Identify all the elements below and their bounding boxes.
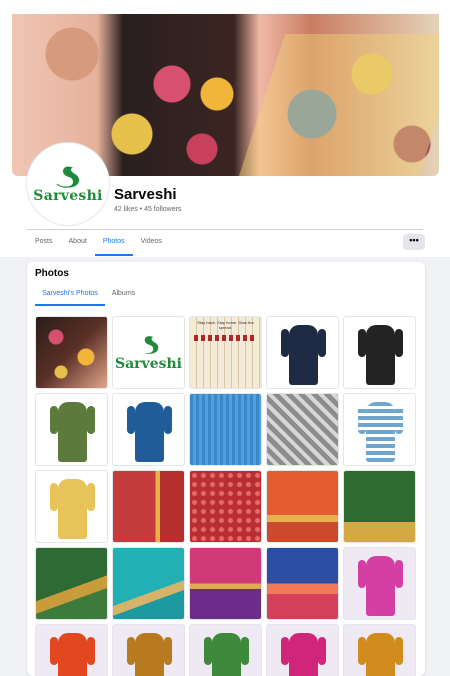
photo-thumbnail[interactable] xyxy=(35,316,108,389)
photo-thumbnail[interactable] xyxy=(266,470,339,543)
tab-videos[interactable]: Videos xyxy=(133,230,170,256)
tab-photos[interactable]: Photos xyxy=(94,230,133,256)
photos-subtabs: Sarveshi's Photos Albums xyxy=(35,284,142,306)
photo-thumbnail[interactable] xyxy=(35,393,108,466)
photos-section: Photos Sarveshi's Photos Albums Sarveshi… xyxy=(27,262,425,676)
avatar-logo-text: Sarveshi xyxy=(33,188,103,204)
profile-picture[interactable]: Sarveshi xyxy=(27,143,109,225)
photo-thumbnail[interactable] xyxy=(112,624,185,676)
photo-thumbnail[interactable] xyxy=(189,547,262,620)
page-stats: 42 likes • 45 followers xyxy=(114,206,182,213)
kurta-figure xyxy=(358,556,403,616)
photo-thumbnail[interactable] xyxy=(343,547,416,620)
kurta-figure xyxy=(50,402,95,462)
swan-logo-icon xyxy=(142,335,158,354)
cover-drape xyxy=(238,34,439,176)
photo-thumbnail[interactable] xyxy=(189,393,262,466)
page-name[interactable]: Sarveshi xyxy=(114,186,177,203)
kurta-figure xyxy=(127,402,172,462)
photo-thumbnail[interactable] xyxy=(112,393,185,466)
photo-thumbnail[interactable]: Sarveshi xyxy=(112,316,185,389)
subtab-albums[interactable]: Albums xyxy=(105,284,142,306)
kurta-figure xyxy=(358,633,403,676)
kurta-figure xyxy=(50,633,95,676)
photo-thumbnail[interactable] xyxy=(343,470,416,543)
photo-thumbnail[interactable] xyxy=(343,624,416,676)
kurta-figure xyxy=(358,402,403,462)
photo-thumbnail[interactable] xyxy=(266,316,339,389)
tab-posts[interactable]: Posts xyxy=(27,230,61,256)
page-tabs: Posts About Photos Videos xyxy=(27,230,170,256)
photo-thumbnail[interactable] xyxy=(35,624,108,676)
kurta-figure xyxy=(358,325,403,385)
swan-logo-icon xyxy=(56,166,79,188)
subtab-page-photos[interactable]: Sarveshi's Photos xyxy=(35,284,105,306)
photo-thumbnail[interactable] xyxy=(112,470,185,543)
photo-thumbnail[interactable] xyxy=(266,393,339,466)
photo-thumbnail[interactable] xyxy=(35,547,108,620)
matchstick-heads xyxy=(194,335,257,341)
matches-caption: Stay back. Stay home. Slow the spread. xyxy=(197,320,254,330)
tab-about[interactable]: About xyxy=(61,230,95,256)
kurta-figure xyxy=(204,633,249,676)
kurta-figure xyxy=(127,633,172,676)
photo-thumbnail[interactable] xyxy=(189,624,262,676)
kurta-figure xyxy=(281,325,326,385)
photos-title: Photos xyxy=(35,268,69,279)
grid-logo-text: Sarveshi xyxy=(115,355,182,372)
photo-thumbnail[interactable] xyxy=(189,470,262,543)
photo-grid: Sarveshi Stay back. Stay home. Slow the … xyxy=(35,316,419,676)
kurta-figure xyxy=(50,479,95,539)
photo-thumbnail[interactable] xyxy=(35,470,108,543)
page-header: Sarveshi Sarveshi 42 likes • 45 follower… xyxy=(0,0,450,257)
photo-thumbnail[interactable] xyxy=(266,547,339,620)
photo-thumbnail[interactable] xyxy=(343,393,416,466)
more-options-button[interactable]: ••• xyxy=(403,234,425,250)
photo-thumbnail[interactable]: Stay back. Stay home. Slow the spread. xyxy=(189,316,262,389)
kurta-figure xyxy=(281,633,326,676)
photo-thumbnail[interactable] xyxy=(266,624,339,676)
photo-thumbnail[interactable] xyxy=(112,547,185,620)
photo-thumbnail[interactable] xyxy=(343,316,416,389)
